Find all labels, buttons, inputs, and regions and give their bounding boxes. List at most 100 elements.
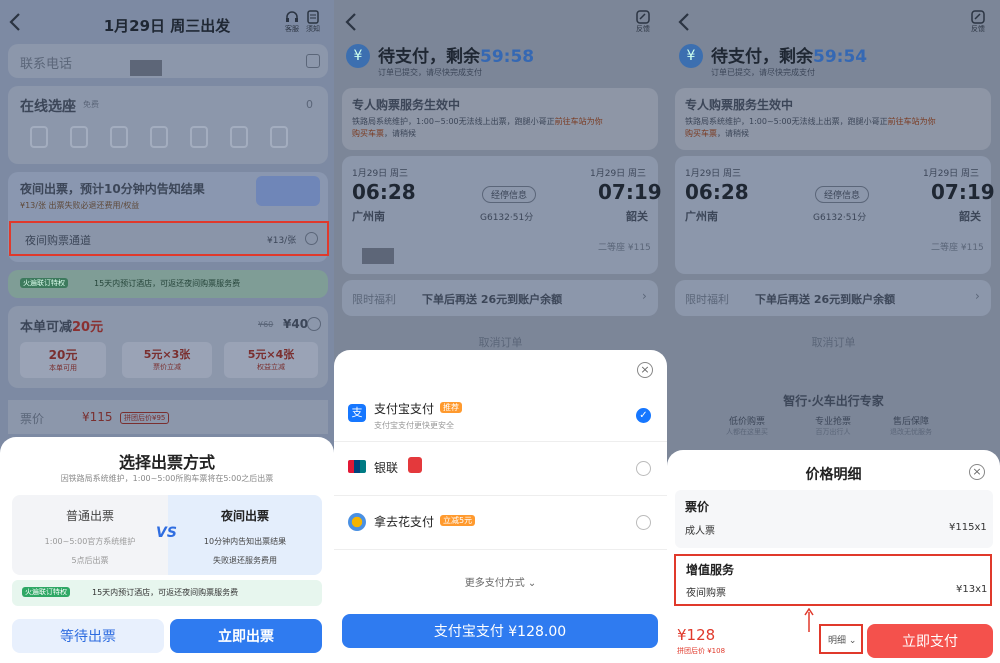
perk-text: 下单后再送 26元到账户余额: [422, 293, 563, 306]
feedback-button[interactable]: 反馈: [971, 10, 985, 34]
panel-ticket-mode: 1月29日 周三出发 客服 须知 联系电话 在线选座 免费 0 夜间出票，预计1…: [0, 0, 334, 663]
method-tag: 推荐: [440, 402, 462, 413]
method-tag: 立减5元: [440, 515, 476, 526]
group-price: 拼团后价 ¥108: [677, 647, 726, 655]
seat-row: [22, 122, 322, 156]
redacted-phone: [130, 60, 162, 76]
status-title: 待支付，剩余59:54: [711, 47, 868, 67]
payment-sheet: × 支 支付宝支付 推荐 支付宝支付更快更安全 ✓ 银联 拿去花支付 立减5元 …: [334, 350, 667, 663]
via-info-button[interactable]: 经停信息: [482, 186, 537, 203]
close-icon[interactable]: ×: [637, 362, 653, 378]
sheet-hotel-banner[interactable]: 火遍联订特权 15天内预订酒店，可返还夜间购票服务费: [12, 580, 322, 606]
dep-time: 06:28: [352, 180, 416, 204]
price-detail-sheet: 价格明细 × 票价 成人票 ¥115x1 增值服务 夜间购票 ¥13x1 ¥12…: [667, 450, 1000, 663]
ticket-section: 票价 成人票 ¥115x1: [675, 490, 993, 548]
dep-station: 广州南: [352, 210, 385, 223]
night-illustration: [256, 176, 320, 206]
check-icon[interactable]: ✓: [636, 408, 651, 423]
pay-method-unionpay[interactable]: 银联: [334, 442, 667, 496]
naquhua-icon: [348, 513, 366, 531]
seat-icon[interactable]: [270, 126, 288, 148]
detail-toggle[interactable]: 明细 ⌄: [819, 624, 863, 654]
perk-row[interactable]: 限时福利 下单后再送 26元到账户余额 ›: [675, 280, 991, 316]
contact-label: 联系电话: [20, 57, 73, 72]
vas-item: 夜间购票: [686, 588, 726, 599]
header: 1月29日 周三出发 客服 须知: [0, 0, 334, 50]
dep-date: 1月29日 周三: [352, 169, 409, 179]
vas-title: 增值服务: [686, 563, 735, 577]
seat-count: 0: [306, 98, 313, 111]
method-name: 银联: [374, 461, 399, 475]
seat-icon[interactable]: [150, 126, 168, 148]
chevron-down-icon: ⌄: [848, 636, 857, 646]
night-channel-option[interactable]: 夜间购票通道 ¥13/张: [9, 221, 329, 256]
promo-icon: [408, 457, 422, 473]
method-name: 支付宝支付: [374, 402, 435, 416]
method-name: 拿去花支付: [374, 515, 435, 529]
alipay-icon: 支: [348, 404, 366, 422]
ticket-price-label: 票价: [20, 412, 45, 426]
edit-icon: [971, 10, 985, 24]
hotel-tag: 火遍联订特权: [20, 278, 68, 288]
brand-feature: 售后保障 退改无忧服务: [890, 417, 932, 436]
cancel-order-button[interactable]: 取消订单: [334, 334, 667, 350]
night-channel-checkbox[interactable]: [305, 232, 318, 245]
discount-checkbox[interactable]: [307, 317, 321, 331]
cancel-order-button[interactable]: 取消订单: [667, 334, 1000, 350]
annotation-arrow-icon: [804, 608, 814, 632]
status-sub: 订单已提交，请尽快完成支付: [378, 68, 482, 77]
seat-icon[interactable]: [230, 126, 248, 148]
seat-icon[interactable]: [70, 126, 88, 148]
back-icon[interactable]: [677, 12, 691, 32]
service-line2: 购买车票，请稍候: [352, 129, 416, 138]
contact-card[interactable]: 联系电话: [8, 44, 328, 78]
feedback-button[interactable]: 反馈: [636, 10, 650, 34]
alipay-pay-button[interactable]: 支付宝支付 ¥128.00: [342, 614, 658, 648]
seat-icon[interactable]: [30, 126, 48, 148]
notice-button[interactable]: 须知: [305, 10, 321, 34]
method-sub: 支付宝支付更快更安全: [374, 421, 454, 430]
seat-icon[interactable]: [190, 126, 208, 148]
vas-value: ¥13x1: [956, 584, 988, 595]
headset-icon: [286, 11, 298, 22]
night-option[interactable]: 夜间出票 10分钟内告知出票结果 失败退还服务费用: [168, 495, 322, 575]
back-icon[interactable]: [344, 12, 358, 32]
seat-select-card: 在线选座 免费 0: [8, 86, 328, 164]
notice-label: 须知: [306, 25, 320, 33]
contact-book-icon[interactable]: [306, 54, 320, 68]
brand-feature: 低价购票 人都在这里买: [726, 417, 768, 436]
seat-icon[interactable]: [110, 126, 128, 148]
brand-title: 智行·火车出行专家: [783, 394, 884, 408]
seat-free-badge: 免费: [83, 100, 99, 109]
customer-service-button[interactable]: 客服: [284, 10, 300, 34]
seat-title: 在线选座: [20, 99, 76, 115]
hotel-banner[interactable]: 火遍联订特权 15天内预订酒店，可返还夜间购票服务费: [8, 270, 328, 298]
vs-label: VS: [156, 525, 177, 541]
method-radio[interactable]: [636, 461, 651, 476]
ticket-price-row: 票价 ¥115 拼团后价¥95: [8, 400, 328, 434]
sheet-banner-tag: 火遍联订特权: [22, 587, 70, 597]
pay-now-button[interactable]: 立即支付: [867, 624, 993, 658]
service-line1: 铁路局系统维护，1:00~5:00无法线上出票，跑腿小哥正前往车站为你: [685, 117, 936, 126]
coupon-card: 20元 本单可用: [20, 342, 106, 378]
wait-ticket-button[interactable]: 等待出票: [12, 619, 164, 653]
service-label: 客服: [285, 25, 299, 33]
perk-row[interactable]: 限时福利 下单后再送 26元到账户余额 ›: [342, 280, 658, 316]
night-channel-label: 夜间购票通道: [25, 234, 91, 247]
pay-method-alipay[interactable]: 支 支付宝支付 推荐 支付宝支付更快更安全 ✓: [334, 388, 667, 442]
seat-price: 二等座 ¥115: [598, 243, 651, 253]
ticket-group-tag: 拼团后价¥95: [120, 412, 170, 424]
more-methods-button[interactable]: 更多支付方式 ⌄: [334, 574, 667, 589]
sheet-title: 选择出票方式: [118, 453, 215, 472]
pay-method-naquhua[interactable]: 拿去花支付 立减5元: [334, 496, 667, 550]
issue-now-button[interactable]: 立即出票: [170, 619, 322, 653]
close-icon[interactable]: ×: [969, 464, 985, 480]
method-radio[interactable]: [636, 515, 651, 530]
edit-icon: [636, 10, 650, 24]
chevron-right-icon: ›: [642, 289, 647, 303]
chevron-down-icon: ⌄: [527, 578, 537, 589]
ticket-item: 成人票: [685, 526, 715, 537]
coupon-card: 5元×4张 权益立减: [224, 342, 318, 378]
normal-option[interactable]: 普通出票 1:00~5:00官方系统维护 5点后出票: [12, 495, 168, 575]
via-info-button[interactable]: 经停信息: [815, 186, 870, 203]
